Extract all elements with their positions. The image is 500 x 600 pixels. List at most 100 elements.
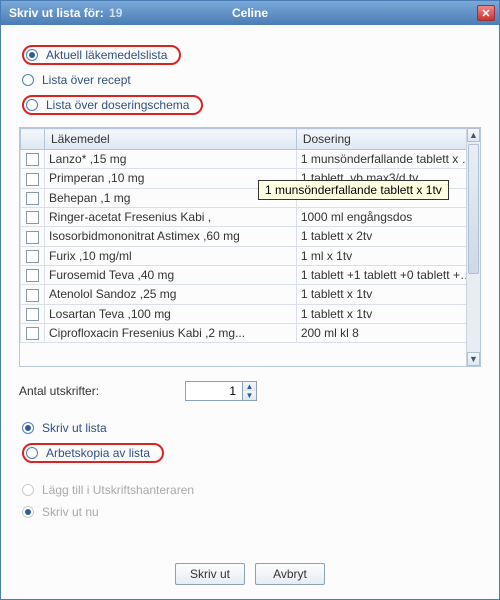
row-checkbox-cell — [21, 265, 45, 284]
medication-table-body: Lanzo* ,15 mg1 munsönderfallande tablett… — [21, 150, 480, 343]
row-checkbox[interactable] — [26, 173, 39, 186]
row-checkbox[interactable] — [26, 250, 39, 263]
dispatch-option-nu: Skriv ut nu — [19, 503, 481, 521]
list-type-radio-group: Aktuell läkemedelslista Lista över recept… — [19, 39, 481, 121]
list-type-option-recept[interactable]: Lista över recept — [19, 71, 481, 89]
table-row[interactable]: Ringer-acetat Fresenius Kabi ,1000 ml en… — [21, 207, 480, 226]
spinner-down[interactable]: ▼ — [243, 391, 256, 400]
list-type-option-aktuell[interactable]: Aktuell läkemedelslista — [19, 43, 481, 67]
row-checkbox[interactable] — [26, 308, 39, 321]
table-row[interactable]: Atenolol Sandoz ,25 mg1 tablett x 1tv — [21, 285, 480, 304]
radio-icon — [22, 422, 34, 434]
col-medication[interactable]: Läkemedel — [45, 129, 297, 150]
dispatch-option-hanterare: Lägg till i Utskriftshanteraren — [19, 481, 481, 499]
radio-icon — [26, 447, 38, 459]
list-type-option-dosering[interactable]: Lista över doseringschema — [19, 93, 481, 117]
row-checkbox[interactable] — [26, 269, 39, 282]
medication-table: Läkemedel Dosering Lanzo* ,15 mg1 munsön… — [20, 128, 480, 343]
cell-dosage: 1 ml x 1tv — [296, 246, 479, 265]
row-checkbox-cell — [21, 304, 45, 323]
row-checkbox-cell — [21, 246, 45, 265]
chevron-up-icon: ▲ — [246, 382, 254, 391]
row-checkbox[interactable] — [26, 211, 39, 224]
radio-icon — [26, 99, 38, 111]
title-prefix-text: Skriv ut lista för: — [9, 6, 104, 20]
radio-label: Lista över recept — [42, 73, 131, 87]
table-row[interactable]: Furix ,10 mg/ml1 ml x 1tv — [21, 246, 480, 265]
cell-medication: Ringer-acetat Fresenius Kabi , — [45, 207, 297, 226]
table-row[interactable]: Isosorbidmononitrat Astimex ,60 mg1 tabl… — [21, 227, 480, 246]
spinner-up[interactable]: ▲ — [243, 382, 256, 391]
radio-label: Lägg till i Utskriftshanteraren — [42, 483, 194, 497]
dispatch-radio-group: Lägg till i Utskriftshanteraren Skriv ut … — [19, 477, 481, 525]
col-dosage[interactable]: Dosering — [296, 129, 479, 150]
close-button[interactable]: ✕ — [477, 5, 495, 21]
radio-label: Skriv ut lista — [42, 421, 107, 435]
dialog-footer: Skriv ut Avbryt — [19, 553, 481, 589]
row-checkbox[interactable] — [26, 192, 39, 205]
output-mode-option-skrivut[interactable]: Skriv ut lista — [19, 419, 481, 437]
highlight-circle: Arbetskopia av lista — [22, 443, 164, 463]
table-row[interactable]: Ciprofloxacin Fresenius Kabi ,2 mg...200… — [21, 323, 480, 342]
radio-icon — [22, 484, 34, 496]
row-checkbox[interactable] — [26, 327, 39, 340]
table-row[interactable]: Lanzo* ,15 mg1 munsönderfallande tablett… — [21, 150, 480, 169]
cell-medication: Isosorbidmononitrat Astimex ,60 mg — [45, 227, 297, 246]
cell-medication: Lanzo* ,15 mg — [45, 150, 297, 169]
cell-medication: Ciprofloxacin Fresenius Kabi ,2 mg... — [45, 323, 297, 342]
radio-icon — [26, 49, 38, 61]
print-count-label: Antal utskrifter: — [19, 384, 169, 398]
radio-label: Lista över doseringschema — [46, 98, 189, 112]
titlebar: Skriv ut lista för: 19 Celine ✕ — [1, 1, 499, 25]
scroll-thumb[interactable] — [468, 144, 479, 274]
row-checkbox[interactable] — [26, 153, 39, 166]
row-checkbox-cell — [21, 227, 45, 246]
close-icon: ✕ — [481, 7, 490, 20]
chevron-up-icon: ▲ — [469, 130, 478, 140]
cell-dosage: 200 ml kl 8 — [296, 323, 479, 342]
cell-medication: Furix ,10 mg/ml — [45, 246, 297, 265]
print-count-input[interactable] — [186, 382, 242, 400]
print-list-dialog: Skriv ut lista för: 19 Celine ✕ Aktuell … — [0, 0, 500, 600]
row-checkbox[interactable] — [26, 231, 39, 244]
table-row[interactable]: Losartan Teva ,100 mg1 tablett x 1tv — [21, 304, 480, 323]
chevron-down-icon: ▼ — [469, 354, 478, 364]
cell-medication: Furosemid Teva ,40 mg — [45, 265, 297, 284]
row-checkbox-cell — [21, 207, 45, 226]
cell-medication: Atenolol Sandoz ,25 mg — [45, 285, 297, 304]
print-button[interactable]: Skriv ut — [175, 563, 245, 585]
radio-label: Arbetskopia av lista — [46, 446, 150, 460]
print-count-spinner: ▲ ▼ — [185, 381, 257, 401]
radio-label: Aktuell läkemedelslista — [46, 48, 167, 62]
cell-dosage: 1 tablett x 1tv — [296, 285, 479, 304]
title-prefix: Skriv ut lista för: 19 — [9, 6, 122, 20]
medication-table-wrap: Läkemedel Dosering Lanzo* ,15 mg1 munsön… — [19, 127, 481, 367]
col-checkbox — [21, 129, 45, 150]
cancel-button[interactable]: Avbryt — [255, 563, 325, 585]
highlight-circle: Aktuell läkemedelslista — [22, 45, 181, 65]
output-mode-option-arbetskopia[interactable]: Arbetskopia av lista — [19, 441, 481, 465]
row-checkbox-cell — [21, 323, 45, 342]
cell-medication: Losartan Teva ,100 mg — [45, 304, 297, 323]
radio-label: Skriv ut nu — [42, 505, 99, 519]
cell-dosage: 1000 ml engångsdos — [296, 207, 479, 226]
print-count-row: Antal utskrifter: ▲ ▼ — [19, 381, 481, 401]
table-row[interactable]: Furosemid Teva ,40 mg1 tablett +1 tablet… — [21, 265, 480, 284]
row-checkbox-cell — [21, 150, 45, 169]
radio-icon — [22, 506, 34, 518]
row-checkbox[interactable] — [26, 289, 39, 302]
scroll-down-button[interactable]: ▼ — [467, 352, 480, 366]
cell-dosage: 1 tablett +1 tablett +0 tablett +0 tabl.… — [296, 265, 479, 284]
cell-dosage: 1 munsönderfallande tablett x 1tv — [296, 150, 479, 169]
highlight-circle: Lista över doseringschema — [22, 95, 203, 115]
scroll-up-button[interactable]: ▲ — [467, 128, 480, 142]
dosage-tooltip: 1 munsönderfallande tablett x 1tv — [258, 180, 449, 200]
cell-dosage: 1 tablett x 1tv — [296, 304, 479, 323]
row-checkbox-cell — [21, 169, 45, 188]
table-scrollbar: ▲ ▼ — [466, 128, 480, 366]
radio-icon — [22, 74, 34, 86]
row-checkbox-cell — [21, 188, 45, 207]
cell-dosage: 1 tablett x 2tv — [296, 227, 479, 246]
output-mode-radio-group: Skriv ut lista Arbetskopia av lista — [19, 415, 481, 469]
row-checkbox-cell — [21, 285, 45, 304]
